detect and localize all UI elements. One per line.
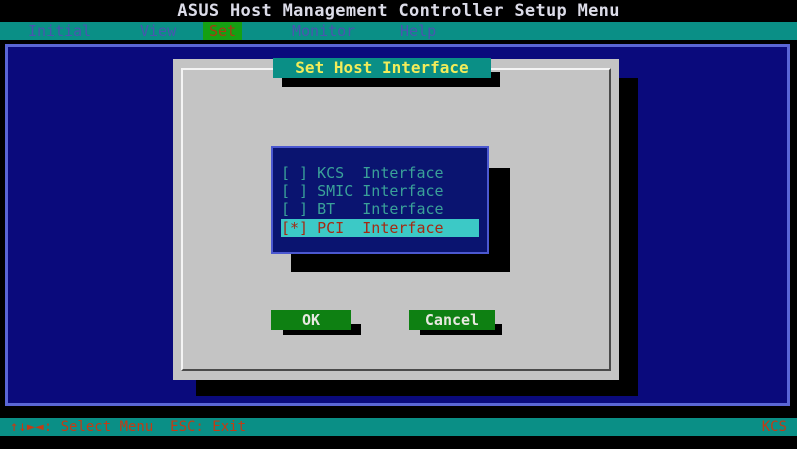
ok-button[interactable]: OK <box>271 310 351 330</box>
bottom-strip <box>0 436 797 449</box>
option-bt-interface[interactable]: [ ] BT Interface <box>281 200 479 218</box>
option-pci-interface[interactable]: [*] PCI Interface <box>281 219 479 237</box>
status-mode: KCS <box>761 419 787 435</box>
menu-initial[interactable]: Initial <box>28 22 91 40</box>
option-kcs-interface[interactable]: [ ] KCS Interface <box>281 164 479 182</box>
menu-help[interactable]: Help <box>400 22 436 40</box>
window-title: ASUS Host Management Controller Setup Me… <box>0 0 797 22</box>
menu-bar: Initial View Set Monitor Help <box>0 22 797 40</box>
cancel-button[interactable]: Cancel <box>409 310 495 330</box>
status-bar: ↑↓►◄: Select Menu ESC: Exit KCS <box>0 418 797 436</box>
menu-monitor[interactable]: Monitor <box>292 22 355 40</box>
menu-set[interactable]: Set <box>203 22 243 40</box>
menu-view[interactable]: View <box>140 22 176 40</box>
option-smic-interface[interactable]: [ ] SMIC Interface <box>281 182 479 200</box>
dialog-title: Set Host Interface <box>273 58 491 78</box>
status-help-text: ↑↓►◄: Select Menu ESC: Exit <box>10 419 247 435</box>
